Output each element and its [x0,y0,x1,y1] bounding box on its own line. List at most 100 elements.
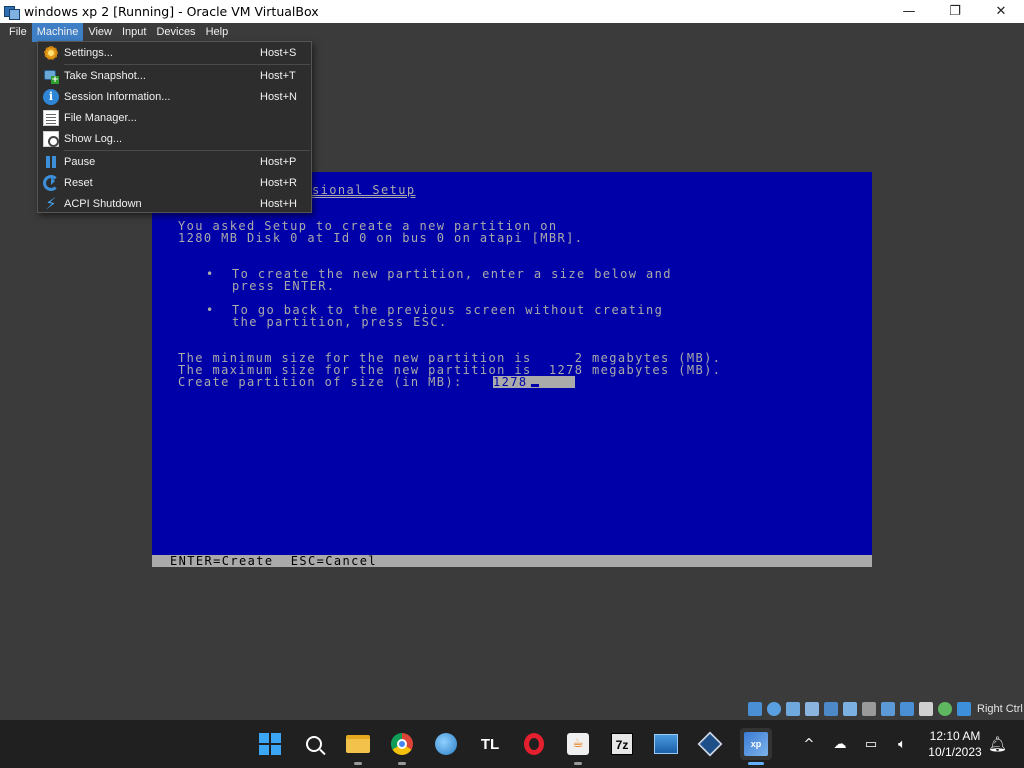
menu-item-session-information[interactable]: i Session Information... Host+N [38,86,311,107]
running-indicator [574,762,582,765]
7zip-icon: 7z [611,733,633,755]
menu-help[interactable]: Help [201,23,234,42]
vm-display[interactable]: sional Setup You asked Setup to create a… [152,172,872,567]
clock-time: 12:10 AM [929,729,981,743]
display-icon[interactable] [881,702,895,716]
chrome-icon [391,733,413,755]
log-icon [43,130,59,147]
virtualbox-icon [697,731,723,757]
menu-item-take-snapshot[interactable]: + Take Snapshot... Host+T [38,65,311,86]
menu-item-label: File Manager... [64,111,137,124]
maximize-button[interactable]: ❐ [932,0,978,23]
host-key-label: Right Ctrl [977,703,1023,715]
volume-icon[interactable]: 🔈︎ [893,737,911,752]
menu-item-shortcut: Host+S [260,46,297,59]
minimize-button[interactable]: — [886,0,932,23]
opera-icon [524,733,544,755]
menu-item-shortcut: Host+N [260,90,297,103]
optical-icon[interactable] [767,702,781,716]
hard-disk-icon[interactable] [748,702,762,716]
taskbar-opera[interactable] [518,728,550,760]
window-title: windows xp 2 [Running] - Oracle VM Virtu… [24,4,319,19]
start-button[interactable] [254,728,286,760]
menu-item-show-log[interactable]: Show Log... [38,128,311,149]
taskbar-7zip[interactable]: 7z [606,728,638,760]
snapshot-icon: + [43,68,59,84]
recording-icon[interactable] [900,702,914,716]
menu-item-settings[interactable]: Settings... Host+S [38,42,311,63]
vm-status-bar: Right Ctrl [748,701,1023,717]
globe-icon [435,733,457,755]
menu-item-label: Show Log... [64,132,123,145]
taskbar-remote-desktop[interactable] [650,728,682,760]
cpu-icon[interactable] [919,702,933,716]
search-icon [306,736,322,752]
windows-icon [259,733,281,755]
taskbar-browser[interactable] [430,728,462,760]
remote-desktop-icon [654,734,678,754]
keyboard-icon[interactable] [957,702,971,716]
taskbar-java[interactable]: ☕ [562,728,594,765]
menu-item-acpi-shutdown[interactable]: ⚡ ACPI Shutdown Host+H [38,193,311,214]
menu-item-file-manager[interactable]: File Manager... [38,107,311,128]
audio-icon[interactable] [805,702,819,716]
shutdown-icon: ⚡ [45,193,57,213]
setup-status-bar: ENTER=Create ESC=Cancel [152,555,872,567]
active-indicator [748,762,764,765]
close-button[interactable]: ✕ [978,0,1024,23]
bullet-2-text-b: the partition, press ESC. [232,315,448,329]
menu-item-reset[interactable]: Reset Host+R [38,172,311,193]
menu-bar: File Machine View Input Devices Help [0,23,1024,42]
java-icon: ☕ [567,733,589,755]
shared-folder-icon[interactable] [862,702,876,716]
title-bar: windows xp 2 [Running] - Oracle VM Virtu… [0,0,1024,23]
menu-item-shortcut: Host+T [260,69,296,82]
bullet-1-text-b: press ENTER. [232,279,336,293]
bullet-1: • [206,267,215,281]
running-indicator [354,762,362,765]
menu-view[interactable]: View [83,23,117,42]
menu-item-pause[interactable]: Pause Host+P [38,151,311,172]
partition-size-input[interactable]: 1278 [493,376,575,388]
info-icon: i [43,88,59,105]
usb-icon[interactable] [843,702,857,716]
menu-input[interactable]: Input [117,23,151,42]
pause-icon [43,154,59,170]
partition-size-value: 1278 [493,375,528,389]
taskbar-file-explorer[interactable] [342,728,374,765]
tl-icon: TL [480,735,500,753]
folder-icon [346,735,370,753]
menu-devices[interactable]: Devices [151,23,200,42]
menu-machine[interactable]: Machine [31,23,84,42]
menu-item-shortcut: Host+R [260,176,297,189]
floppy-icon[interactable] [786,702,800,716]
cloud-icon[interactable]: ☁ [831,737,849,752]
chevron-up-icon[interactable]: ^ [800,737,818,752]
bullet-2: • [206,303,215,317]
text-cursor [531,384,539,387]
system-tray: ^ ☁ ▭ 🔈︎ [800,720,924,768]
gear-icon [43,44,59,61]
vm-window-icon: xp [744,732,768,756]
taskbar-virtualbox-vm[interactable]: xp [740,728,772,765]
menu-file[interactable]: File [4,23,32,42]
window-controls: — ❐ ✕ [886,0,1024,23]
mouse-icon[interactable] [938,702,952,716]
search-button[interactable] [298,728,330,760]
menu-item-shortcut: Host+P [260,155,297,168]
taskbar-virtualbox[interactable] [694,728,726,760]
running-indicator [398,762,406,765]
taskbar-tl-app[interactable]: TL [474,728,506,760]
clock[interactable]: 12:10 AM 10/1/2023 [920,728,990,760]
size-prompt: Create partition of size (in MB): [178,375,463,389]
setup-header: sional Setup [312,183,416,197]
network-icon[interactable]: ▭ [862,737,880,752]
network-icon[interactable] [824,702,838,716]
setup-line-2: 1280 MB Disk 0 at Id 0 on bus 0 on atapi… [178,231,584,245]
reset-icon [43,174,59,191]
notification-bell-icon[interactable]: 🔔︎ [988,735,1007,753]
taskbar-chrome[interactable] [386,728,418,765]
file-manager-icon [43,109,59,126]
virtualbox-icon [4,4,20,20]
menu-item-shortcut: Host+H [260,197,297,210]
